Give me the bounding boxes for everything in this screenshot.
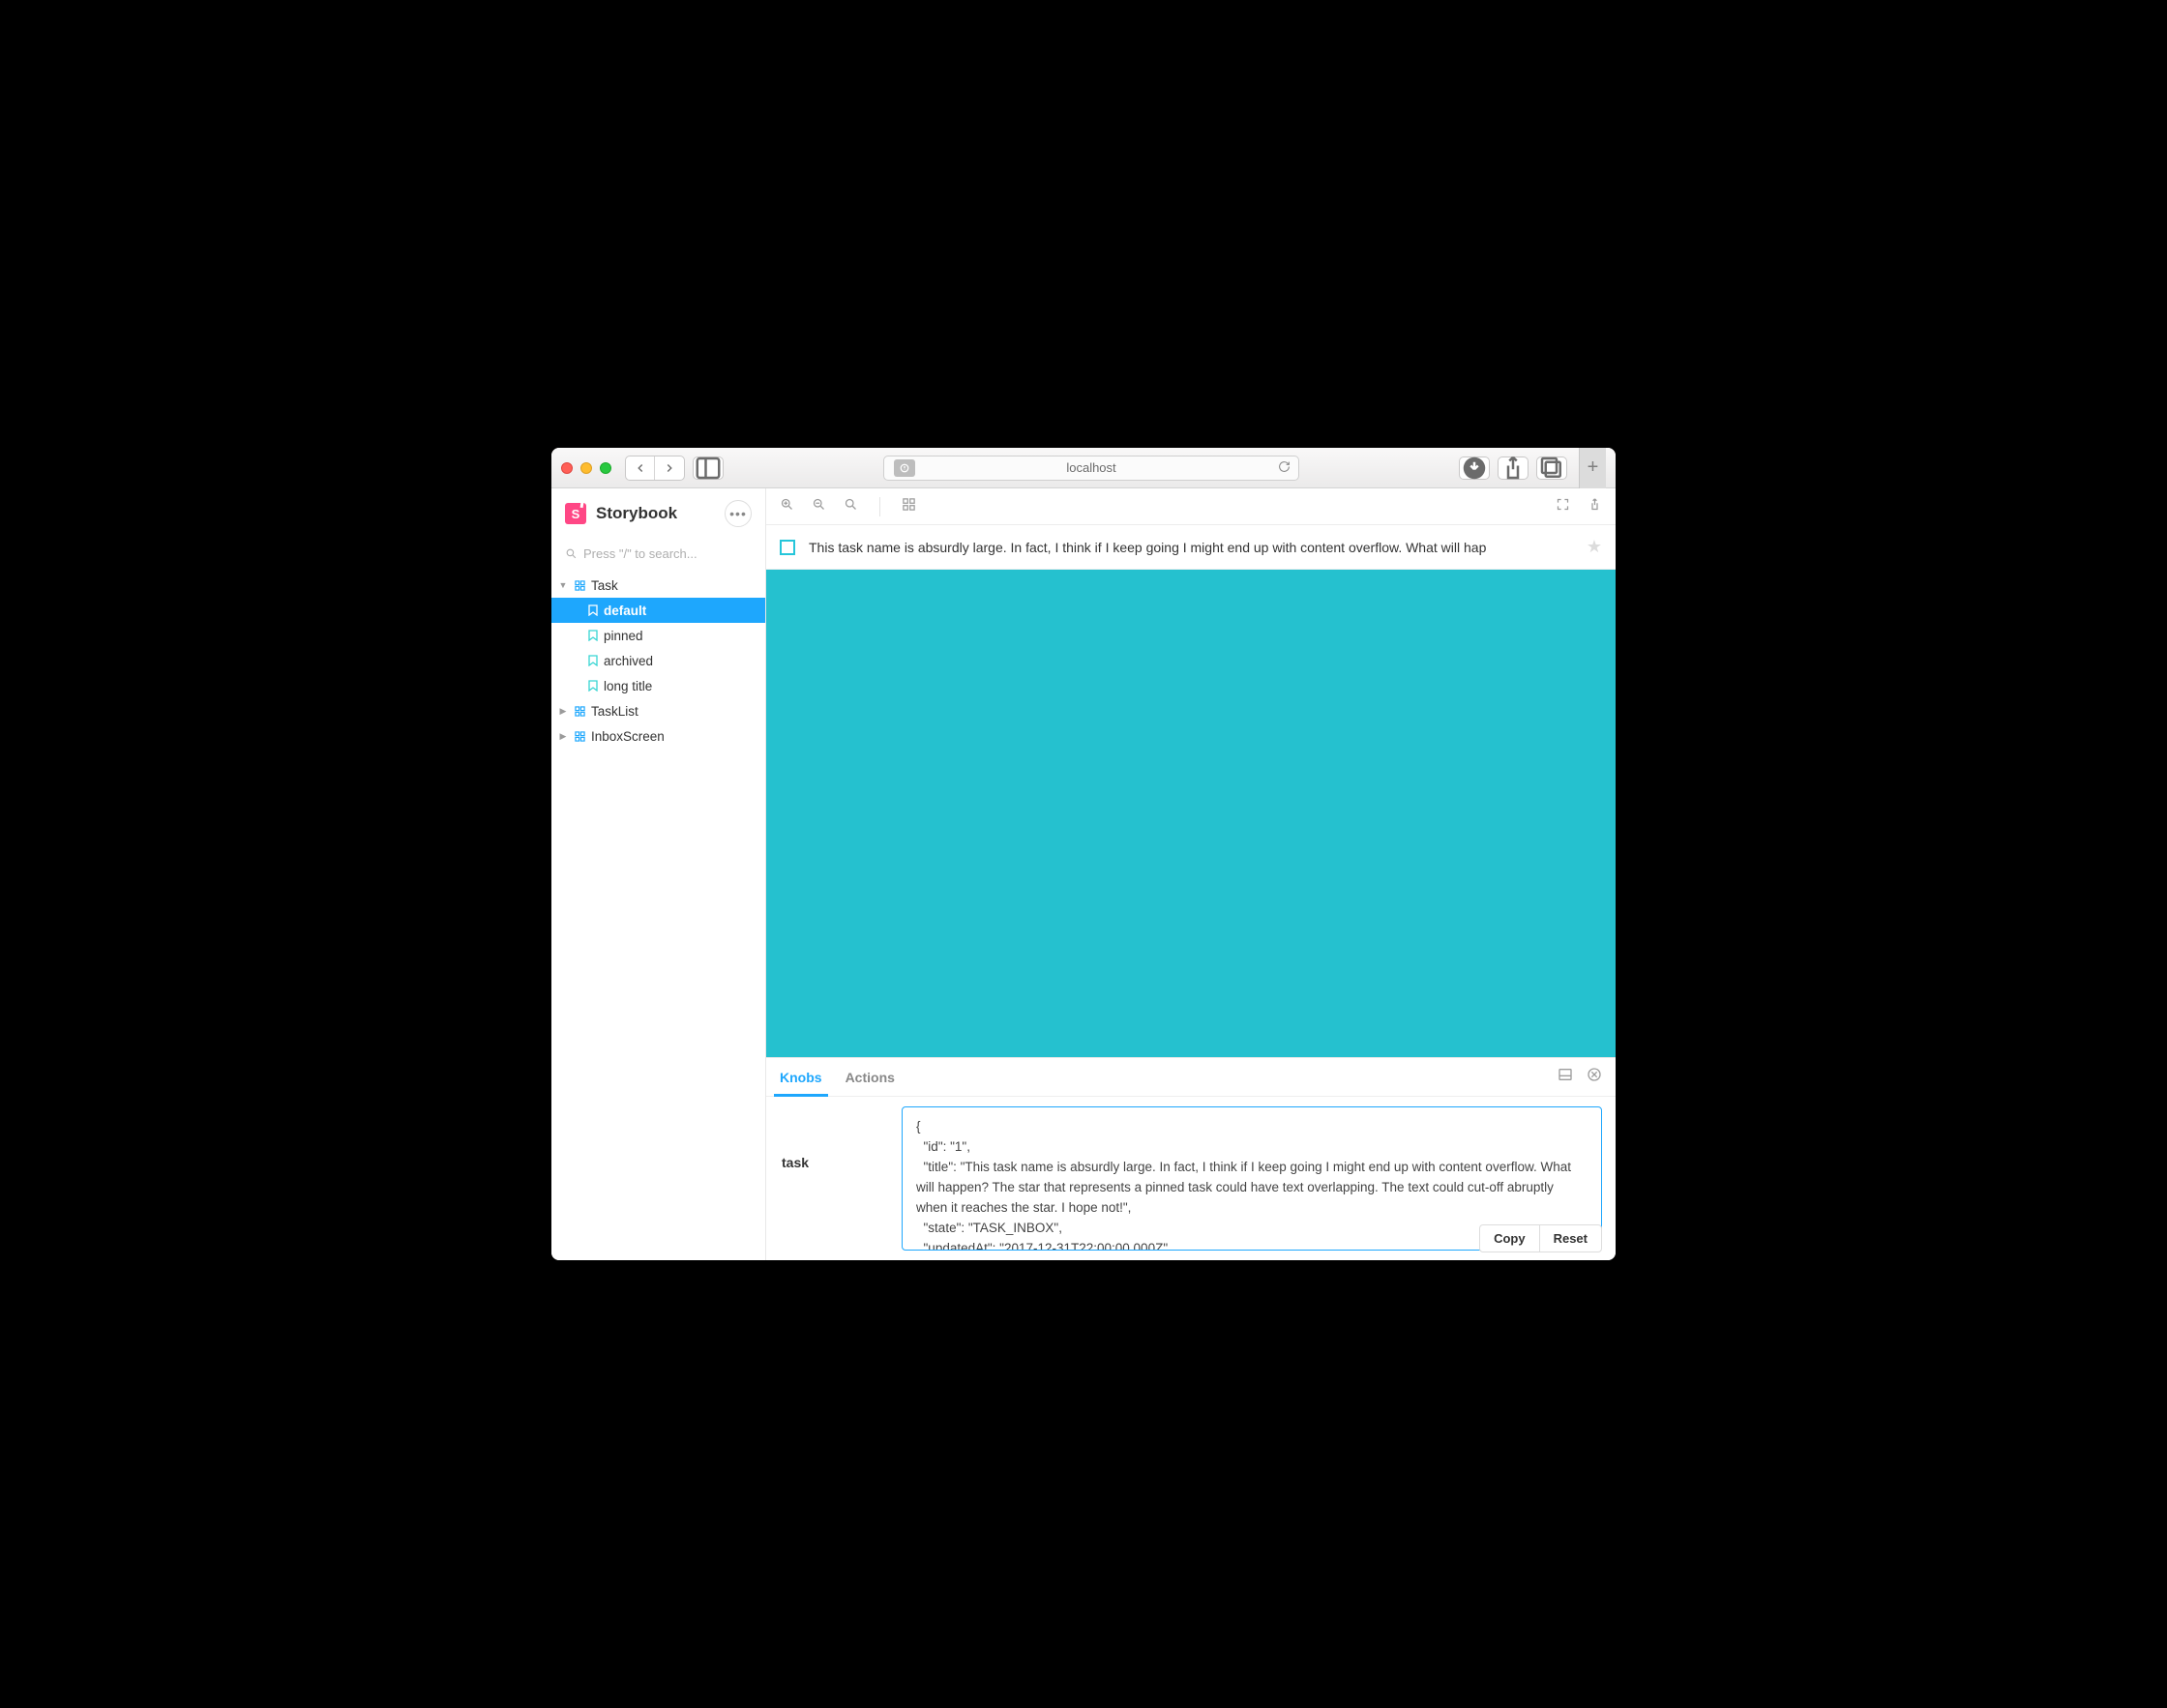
- search-icon: [565, 547, 578, 560]
- task-title-text: This task name is absurdly large. In fac…: [809, 540, 1573, 555]
- preview-canvas: This task name is absurdly large. In fac…: [766, 525, 1616, 1057]
- tab-actions[interactable]: Actions: [846, 1058, 895, 1096]
- close-window-button[interactable]: [561, 462, 573, 474]
- tab-knobs[interactable]: Knobs: [780, 1058, 822, 1096]
- maximize-window-button[interactable]: [600, 462, 611, 474]
- reset-button[interactable]: Reset: [1540, 1225, 1601, 1252]
- chevron-right-icon: ▶: [557, 731, 569, 742]
- knobs-body: task { "id": "1", "title": "This task na…: [766, 1097, 1616, 1260]
- tree-group-task[interactable]: ▼ Task: [551, 573, 765, 598]
- story-tree: ▼ Task default pinned archive: [551, 573, 765, 749]
- addon-tabs: Knobs Actions: [766, 1058, 1616, 1097]
- minimize-window-button[interactable]: [580, 462, 592, 474]
- tree-group-inbox[interactable]: ▶ InboxScreen: [551, 723, 765, 749]
- component-icon: [575, 731, 585, 742]
- back-button[interactable]: [626, 456, 655, 480]
- story-label: default: [604, 604, 646, 618]
- component-icon: [575, 706, 585, 717]
- address-bar[interactable]: localhost: [883, 456, 1299, 481]
- sidebar-menu-button[interactable]: •••: [725, 500, 752, 527]
- knob-actions: Copy Reset: [1479, 1224, 1602, 1252]
- chevron-right-icon: ▶: [557, 706, 569, 717]
- sidebar-toggle-button[interactable]: [693, 456, 724, 480]
- storybook-logo-icon: S: [565, 503, 586, 524]
- json-line: "id": "1",: [916, 1137, 1588, 1158]
- chevron-down-icon: ▼: [557, 580, 569, 590]
- addons-panel: Knobs Actions task { "id": "1", "title":…: [766, 1057, 1616, 1260]
- fullscreen-button[interactable]: [1556, 497, 1570, 516]
- group-label: TaskList: [591, 704, 638, 719]
- open-external-button[interactable]: [1588, 497, 1602, 516]
- nav-buttons: [625, 456, 685, 481]
- star-icon[interactable]: ★: [1587, 537, 1602, 557]
- zoom-reset-button[interactable]: [844, 497, 858, 516]
- new-tab-button[interactable]: +: [1579, 448, 1606, 488]
- privacy-icon: [894, 459, 915, 477]
- search-input[interactable]: Press "/" to search...: [561, 543, 756, 565]
- story-archived[interactable]: archived: [551, 648, 765, 673]
- sidebar: S Storybook ••• Press "/" to search... ▼…: [551, 488, 766, 1260]
- toolbar-right: [1459, 456, 1567, 480]
- safari-window: localhost + S Storybook ••• Press "/" to…: [551, 448, 1616, 1260]
- task-component: This task name is absurdly large. In fac…: [766, 525, 1616, 570]
- story-icon: [588, 604, 598, 616]
- sidebar-header: S Storybook •••: [551, 488, 765, 539]
- task-checkbox[interactable]: [780, 540, 795, 555]
- reload-icon[interactable]: [1278, 460, 1291, 476]
- json-line: "title": "This task name is absurdly lar…: [916, 1158, 1588, 1219]
- tabs-button[interactable]: [1536, 456, 1567, 480]
- brand-title: Storybook: [596, 504, 677, 523]
- knob-field-label: task: [766, 1097, 902, 1260]
- search-placeholder: Press "/" to search...: [583, 546, 698, 561]
- story-label: archived: [604, 654, 653, 668]
- zoom-out-button[interactable]: [812, 497, 826, 516]
- copy-button[interactable]: Copy: [1480, 1225, 1540, 1252]
- story-pinned[interactable]: pinned: [551, 623, 765, 648]
- tree-group-tasklist[interactable]: ▶ TaskList: [551, 698, 765, 723]
- downloads-button[interactable]: [1459, 456, 1490, 480]
- story-default[interactable]: default: [551, 598, 765, 623]
- canvas-toolbar: [766, 488, 1616, 525]
- grid-button[interactable]: [902, 497, 916, 516]
- story-label: long title: [604, 679, 652, 693]
- group-label: Task: [591, 578, 618, 593]
- browser-titlebar: localhost +: [551, 448, 1616, 488]
- canvas-background: [766, 570, 1616, 1057]
- story-icon: [588, 655, 598, 666]
- json-line: {: [916, 1117, 1588, 1137]
- panel-close-button[interactable]: [1587, 1067, 1602, 1087]
- story-icon: [588, 630, 598, 641]
- component-icon: [575, 580, 585, 591]
- story-label: pinned: [604, 629, 643, 643]
- share-button[interactable]: [1498, 456, 1529, 480]
- zoom-in-button[interactable]: [780, 497, 794, 516]
- address-text: localhost: [1066, 460, 1115, 475]
- story-icon: [588, 680, 598, 692]
- group-label: InboxScreen: [591, 729, 665, 744]
- toolbar-separator: [879, 497, 880, 516]
- main-panel: This task name is absurdly large. In fac…: [766, 488, 1616, 1260]
- traffic-lights: [561, 462, 611, 474]
- storybook-app: S Storybook ••• Press "/" to search... ▼…: [551, 488, 1616, 1260]
- panel-position-button[interactable]: [1558, 1067, 1573, 1087]
- story-long-title[interactable]: long title: [551, 673, 765, 698]
- forward-button[interactable]: [655, 456, 684, 480]
